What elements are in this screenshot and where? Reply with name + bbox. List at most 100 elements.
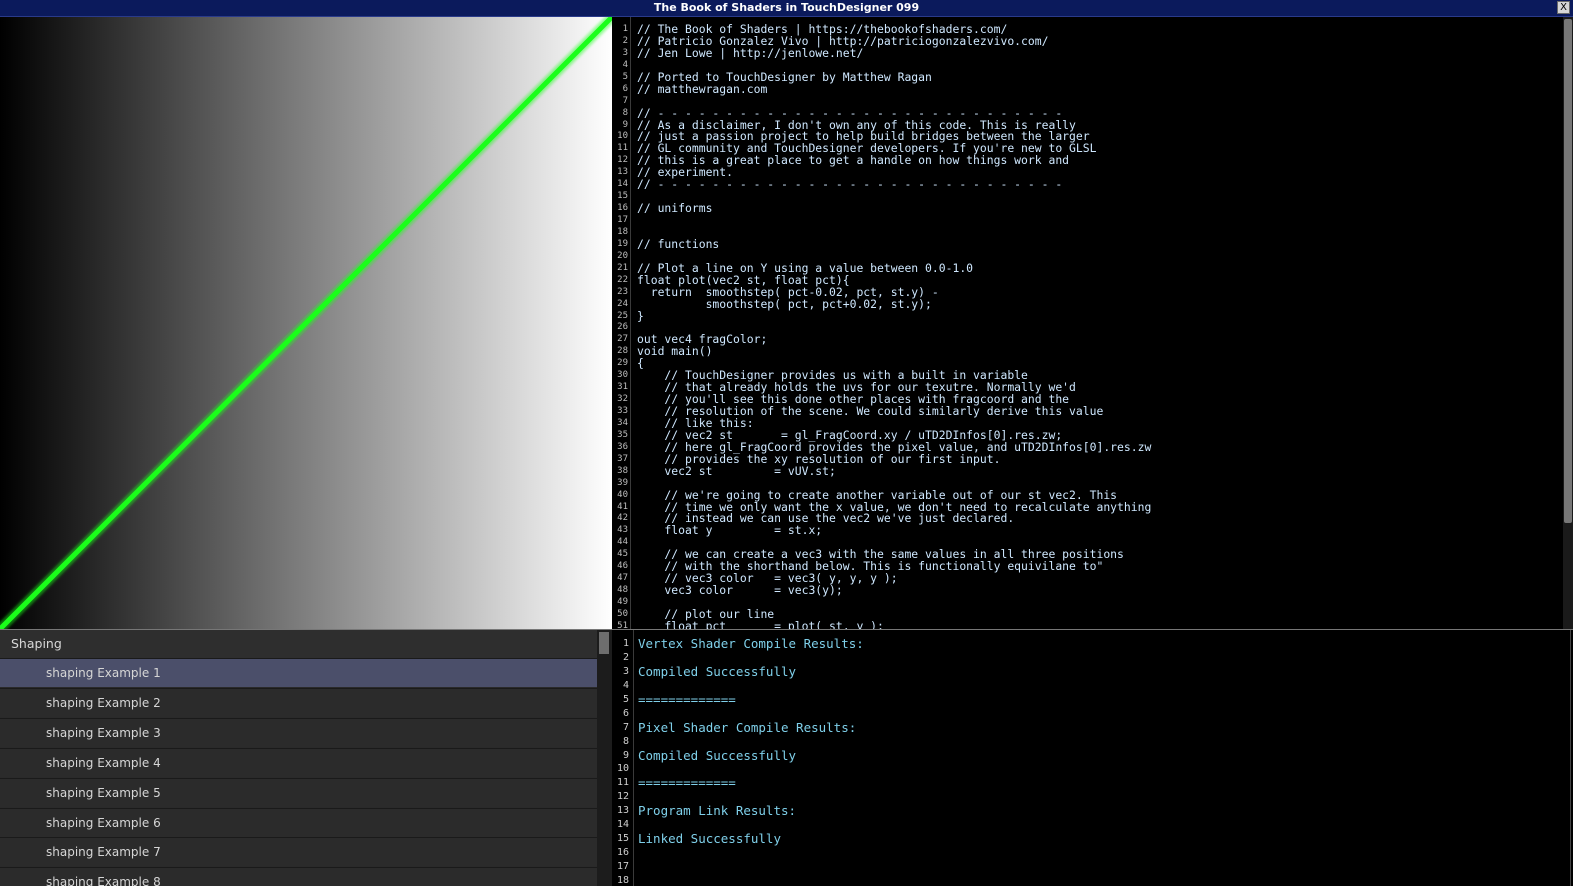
compile-output: 1 Vertex Shader Compile Results: 2 3 Compile… (612, 630, 1573, 886)
code-line-text[interactable]: } (637, 310, 644, 322)
code-line[interactable]: 24 smoothstep( pct, pct+0.02, st.y); (612, 298, 1573, 310)
output-line: 16 (612, 846, 1573, 860)
close-button[interactable]: X (1557, 1, 1570, 14)
code-line[interactable]: 28 void main() (612, 345, 1573, 357)
code-line[interactable]: 16 // uniforms (612, 202, 1573, 214)
list-item[interactable]: shaping Example 1 (0, 658, 597, 687)
code-line[interactable]: 22 float plot(vec2 st, float pct){ (612, 274, 1573, 286)
code-line[interactable]: 43 float y = st.x; (612, 524, 1573, 536)
output-line-number: 2 (622, 651, 629, 663)
code-line-text[interactable]: float y = st.x; (637, 524, 822, 536)
code-line-number: 13 (617, 167, 628, 178)
code-line[interactable]: 8 // - - - - - - - - - - - - - - - - - - … (612, 107, 1573, 119)
output-line-number: 13 (616, 805, 629, 817)
code-line[interactable]: 36 // here gl_FragCoord provides the pix… (612, 441, 1573, 453)
code-line[interactable]: 33 // resolution of the scene. We could … (612, 405, 1573, 417)
output-line-number: 12 (616, 791, 629, 803)
code-line[interactable]: 38 vec2 st = vUV.st; (612, 465, 1573, 477)
output-line: 7 Pixel Shader Compile Results: (612, 720, 1573, 735)
code-line[interactable]: 48 vec3 color = vec3(y); (612, 584, 1573, 596)
list-item[interactable]: shaping Example 5 (0, 777, 597, 807)
code-line-text[interactable]: // Jen Lowe | http://jenlowe.net/ (637, 47, 863, 59)
code-line-text[interactable]: // - - - - - - - - - - - - - - - - - - -… (637, 107, 1062, 119)
code-line-text[interactable]: // here gl_FragCoord provides the pixel … (637, 441, 1151, 453)
output-line-number: 3 (622, 665, 629, 677)
code-line[interactable]: 5 // Ported to TouchDesigner by Matthew R… (612, 71, 1573, 83)
output-line: 3 Compiled Successfully (612, 664, 1573, 679)
code-line-text[interactable]: vec3 color = vec3(y); (637, 584, 842, 596)
output-line: 13 Program Link Results: (612, 804, 1573, 818)
code-line-text[interactable]: // - - - - - - - - - - - - - - - - - - -… (637, 178, 1062, 190)
code-line[interactable]: 4 (612, 59, 1573, 71)
code-line-text[interactable]: void main() (637, 345, 712, 357)
list-item[interactable]: shaping Example 8 (0, 867, 597, 886)
code-line-text[interactable]: smoothstep( pct, pct+0.02, st.y); (637, 298, 932, 310)
output-line-number: 11 (616, 777, 629, 789)
code-line-number: 14 (617, 179, 628, 190)
glsl-code-editor[interactable]: 1// The Book of Shaders | https://theboo… (612, 17, 1573, 629)
code-line-number: 40 (617, 489, 628, 500)
code-line-number: 34 (617, 417, 628, 428)
code-line-number: 23 (617, 286, 628, 297)
code-line-text[interactable]: // uniforms (637, 202, 712, 214)
code-line[interactable]: 27 out vec4 fragColor; (612, 333, 1573, 345)
code-line-text[interactable]: // provides the xy resolution of our fir… (637, 453, 1000, 465)
code-line[interactable]: 14 // - - - - - - - - - - - - - - - - - -… (612, 178, 1573, 190)
code-line-number: 27 (617, 334, 628, 345)
code-line-number: 47 (617, 573, 628, 584)
list-item[interactable]: shaping Example 4 (0, 747, 597, 777)
code-line[interactable]: 51 float pct = plot( st, y ); (612, 620, 1573, 629)
code-line-text[interactable]: // Ported to TouchDesigner by Matthew Ra… (637, 71, 932, 83)
code-line[interactable]: 3 // Jen Lowe | http://jenlowe.net/ (612, 47, 1573, 59)
code-scrollbar[interactable] (1563, 17, 1573, 629)
code-line[interactable]: 21 // Plot a line on Y using a value betw… (612, 262, 1573, 274)
code-line-number: 39 (617, 477, 628, 488)
code-line-number: 30 (617, 370, 628, 381)
code-line-number: 41 (617, 501, 628, 512)
code-line[interactable]: 23 return smoothstep( pct-0.02, pct, st.… (612, 286, 1573, 298)
code-line[interactable]: 17 (612, 214, 1573, 226)
code-line-text[interactable]: // matthewragan.com (637, 83, 767, 95)
code-line-number: 31 (617, 382, 628, 393)
code-line-number: 43 (617, 525, 628, 536)
code-line-text[interactable]: float plot(vec2 st, float pct){ (637, 274, 850, 286)
preview-line-plot (0, 17, 612, 629)
code-line-text[interactable]: vec2 st = vUV.st; (637, 465, 835, 477)
code-line-text[interactable]: // functions (637, 238, 719, 250)
code-scroll-thumb[interactable] (1564, 19, 1572, 523)
code-line[interactable]: 40 // we're going to create another vari… (612, 489, 1573, 501)
code-line-number: 15 (617, 191, 628, 202)
window-title: The Book of Shaders in TouchDesigner 099 (653, 1, 920, 14)
list-item[interactable]: shaping Example 2 (0, 687, 597, 717)
code-line[interactable]: 6 // matthewragan.com (612, 83, 1573, 95)
code-line[interactable]: 7 (612, 95, 1573, 107)
output-line: 8 (612, 735, 1573, 749)
code-line-text[interactable]: float pct = plot( st, y ); (637, 620, 883, 629)
output-line: 14 (612, 818, 1573, 832)
example-list[interactable]: Shaping shaping Example 1 shaping Example… (0, 630, 612, 886)
code-line[interactable]: 12// this is a great place to get a hand… (612, 154, 1573, 166)
output-border (1570, 630, 1571, 886)
code-line[interactable]: 20 (612, 250, 1573, 262)
list-item[interactable]: shaping Example 7 (0, 837, 597, 867)
code-line-number: 17 (617, 215, 628, 225)
code-line[interactable]: 15 (612, 190, 1573, 202)
code-line-text[interactable]: return smoothstep( pct-0.02, pct, st.y) … (637, 286, 939, 298)
code-line-text[interactable]: // we're going to create another variabl… (637, 489, 1117, 501)
code-line-number: 49 (617, 597, 628, 607)
list-item[interactable]: shaping Example 6 (0, 807, 597, 837)
code-line[interactable]: 37 // provides the xy resolution of our … (612, 453, 1573, 465)
code-line-number: 11 (617, 143, 628, 154)
code-line[interactable]: 19 // functions (612, 238, 1573, 250)
list-item[interactable]: shaping Example 3 (0, 717, 597, 747)
code-line[interactable]: 39 (612, 477, 1573, 489)
list-scrollbar[interactable] (597, 630, 612, 886)
shader-preview[interactable] (0, 17, 612, 629)
code-line-number: 42 (617, 513, 628, 524)
output-line-number: 10 (616, 763, 629, 775)
code-line-number: 38 (617, 465, 628, 476)
code-line[interactable]: 18 (612, 226, 1573, 238)
list-scroll-thumb[interactable] (599, 632, 609, 654)
code-line-text[interactable]: // Plot a line on Y using a value betwee… (637, 262, 973, 274)
code-line[interactable]: 25} (612, 310, 1573, 322)
